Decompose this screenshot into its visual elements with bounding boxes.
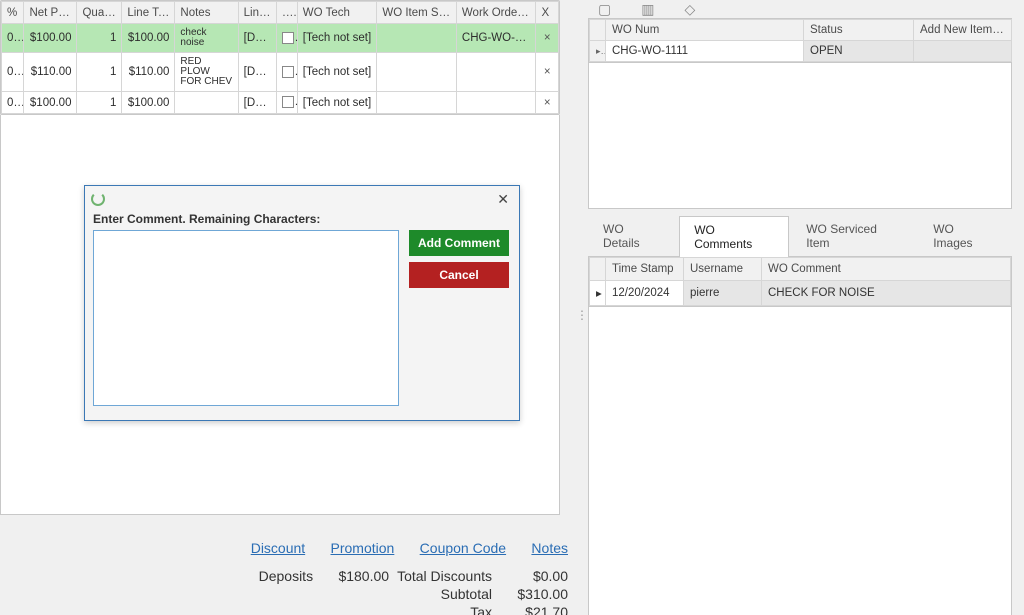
col-pct[interactable]: % — [2, 2, 24, 24]
table-row[interactable]: 0% $110.00 1 $110.00 RED PLOW FOR CHEV [… — [2, 53, 559, 92]
footer-links: Discount Promotion Coupon Code Notes — [0, 540, 580, 556]
comment-textarea[interactable] — [93, 230, 399, 406]
row-handle-header — [590, 258, 606, 281]
wo-grid-empty-area — [588, 63, 1012, 209]
totals-panel: Deposits $180.00 Total Discounts $0.00 S… — [259, 568, 568, 615]
col-net-price[interactable]: Net Price — [24, 2, 77, 24]
col-timestamp[interactable]: Time Stamp — [606, 258, 684, 281]
col-wo-id[interactable]: Work Order Id — [456, 2, 536, 24]
discount-link[interactable]: Discount — [251, 540, 305, 556]
table-row[interactable]: 0% $100.00 1 $100.00 [Def... [Tech not s… — [2, 92, 559, 114]
row-pointer-icon: ▸ — [590, 281, 606, 306]
notes-link[interactable]: Notes — [531, 540, 568, 556]
dialog-prompt: Enter Comment. Remaining Characters: — [85, 212, 519, 230]
col-status[interactable]: Status — [804, 20, 914, 41]
col-close[interactable]: X — [536, 2, 559, 24]
add-comment-button[interactable]: Add Comment — [409, 230, 509, 256]
add-new-checkbox[interactable] — [914, 41, 1012, 62]
deposits-label: Deposits — [259, 568, 313, 584]
tab-wo-images[interactable]: WO Images — [918, 215, 1010, 256]
comments-grid-empty-area — [588, 307, 1012, 615]
work-order-grid[interactable]: WO Num Status Add New Items To ▸ CHG-WO-… — [588, 18, 1012, 63]
subtotal-value: $310.00 — [500, 586, 568, 602]
discounts-value: $0.00 — [500, 568, 568, 584]
toolbar-icon[interactable]: ▥ — [641, 1, 654, 18]
col-wo-comment[interactable]: WO Comment — [762, 258, 1011, 281]
discounts-label: Total Discounts — [397, 568, 492, 584]
col-wo-num[interactable]: WO Num — [606, 20, 804, 41]
col-line-total[interactable]: Line To··· — [122, 2, 175, 24]
dialog-close-button[interactable]: ✕ — [493, 191, 513, 208]
toolbar-icon[interactable]: ▢ — [598, 1, 611, 18]
line-items-grid[interactable]: % Net Price Quan··· Line To··· Notes Lin… — [0, 0, 560, 115]
tax-value: $21.70 — [500, 604, 568, 615]
col-wo-tech[interactable]: WO Tech — [297, 2, 377, 24]
table-row[interactable]: ▸ CHG-WO-1111 OPEN — [590, 41, 1012, 62]
col-add-new[interactable]: Add New Items To — [914, 20, 1012, 41]
wo-tabs: WO Details WO Comments WO Serviced Item … — [588, 215, 1012, 257]
toolbar-icons: ▢ ▥ ◇ — [588, 0, 1024, 18]
col-username[interactable]: Username — [684, 258, 762, 281]
subtotal-label: Subtotal — [397, 586, 492, 602]
table-row[interactable]: 0% $100.00 1 $100.00 check noise [Def...… — [2, 24, 559, 53]
cancel-button[interactable]: Cancel — [409, 262, 509, 288]
add-comment-dialog: ✕ Enter Comment. Remaining Characters: A… — [84, 185, 520, 421]
row-delete-button[interactable]: × — [536, 92, 559, 114]
col-wo-item-status[interactable]: WO Item Status — [377, 2, 457, 24]
flag-checkbox[interactable] — [277, 53, 297, 92]
tab-wo-serviced-item[interactable]: WO Serviced Item — [791, 215, 916, 256]
col-qty[interactable]: Quan··· — [77, 2, 122, 24]
splitter-handle-icon[interactable]: ⋮ — [576, 308, 587, 322]
row-delete-button[interactable]: × — [536, 53, 559, 92]
deposits-value: $180.00 — [321, 568, 389, 584]
col-notes[interactable]: Notes — [175, 2, 238, 24]
flag-checkbox[interactable] — [277, 92, 297, 114]
col-flag[interactable]: ... — [277, 2, 297, 24]
wo-comments-grid[interactable]: Time Stamp Username WO Comment ▸ 12/20/2… — [588, 257, 1012, 307]
tax-label: Tax — [397, 604, 492, 615]
tab-wo-comments[interactable]: WO Comments — [679, 216, 789, 257]
col-line-i[interactable]: Line I... — [238, 2, 277, 24]
row-delete-button[interactable]: × — [536, 24, 559, 53]
toolbar-icon[interactable]: ◇ — [684, 1, 695, 18]
flag-checkbox[interactable] — [277, 24, 297, 53]
coupon-code-link[interactable]: Coupon Code — [420, 540, 506, 556]
row-handle-header — [590, 20, 606, 41]
spinner-icon — [91, 192, 105, 206]
row-pointer-icon: ▸ — [590, 41, 606, 62]
tab-wo-details[interactable]: WO Details — [588, 215, 677, 256]
promotion-link[interactable]: Promotion — [331, 540, 395, 556]
table-row[interactable]: ▸ 12/20/2024 pierre CHECK FOR NOISE — [590, 281, 1011, 306]
